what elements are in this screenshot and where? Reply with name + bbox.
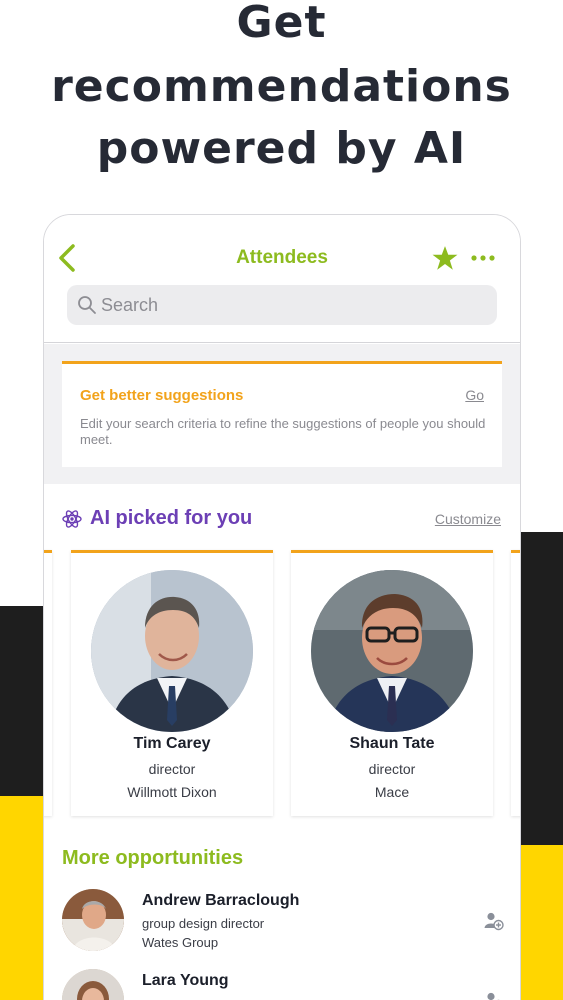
add-user-icon[interactable] [484, 991, 504, 1000]
list-item-company: Wates Group [142, 935, 219, 950]
search-input[interactable] [101, 293, 481, 317]
search-icon [78, 296, 96, 314]
person-role: director [148, 761, 196, 777]
search-bar[interactable] [67, 285, 497, 325]
headline-line-1: Get [236, 0, 327, 48]
suggestions-go-link[interactable]: Go [465, 387, 484, 403]
avatar [91, 570, 253, 732]
list-item-role: group design director [142, 916, 265, 931]
person-company: Willmott Dixon [127, 784, 217, 800]
suggestions-text: Edit your search criteria to refine the … [80, 416, 486, 447]
ai-section-title: AI picked for you [90, 507, 253, 529]
headline-line-3: powered by AI [96, 123, 467, 174]
star-icon[interactable] [432, 245, 458, 271]
person-card[interactable]: Tim Carey director Willmott Dixon [71, 550, 273, 816]
top-bar: Attendees [44, 215, 520, 343]
add-user-icon[interactable] [484, 911, 504, 931]
phone-screen: Attendees Get better suggestions Go Edit… [43, 214, 521, 1000]
person-card-partial-left[interactable] [44, 550, 52, 816]
avatar [62, 969, 124, 1000]
suggestions-card: Get better suggestions Go Edit your sear… [62, 361, 502, 467]
headline-line-2: recommendations [51, 61, 512, 112]
list-item[interactable]: Andrew Barraclough group design director… [44, 889, 520, 969]
customize-link[interactable]: Customize [435, 511, 501, 527]
person-card[interactable]: Shaun Tate director Mace [291, 550, 493, 816]
more-opportunities-title: More opportunities [62, 847, 244, 869]
list-item[interactable]: Lara Young [44, 969, 520, 1000]
person-name: Tim Carey [133, 735, 211, 752]
suggestions-title: Get better suggestions [80, 387, 244, 404]
person-role: director [368, 761, 416, 777]
person-company: Mace [374, 784, 410, 800]
person-card-partial-right[interactable] [511, 550, 520, 816]
list-item-name: Andrew Barraclough [142, 892, 300, 909]
suggestions-area: Get better suggestions Go Edit your sear… [44, 344, 520, 484]
avatar [62, 889, 124, 951]
avatar [311, 570, 473, 732]
atom-icon [62, 510, 82, 528]
person-name: Shaun Tate [349, 735, 435, 752]
ai-section-header: AI picked for you Customize [44, 505, 520, 535]
more-dots-icon[interactable] [470, 253, 496, 263]
list-item-name: Lara Young [142, 972, 229, 989]
